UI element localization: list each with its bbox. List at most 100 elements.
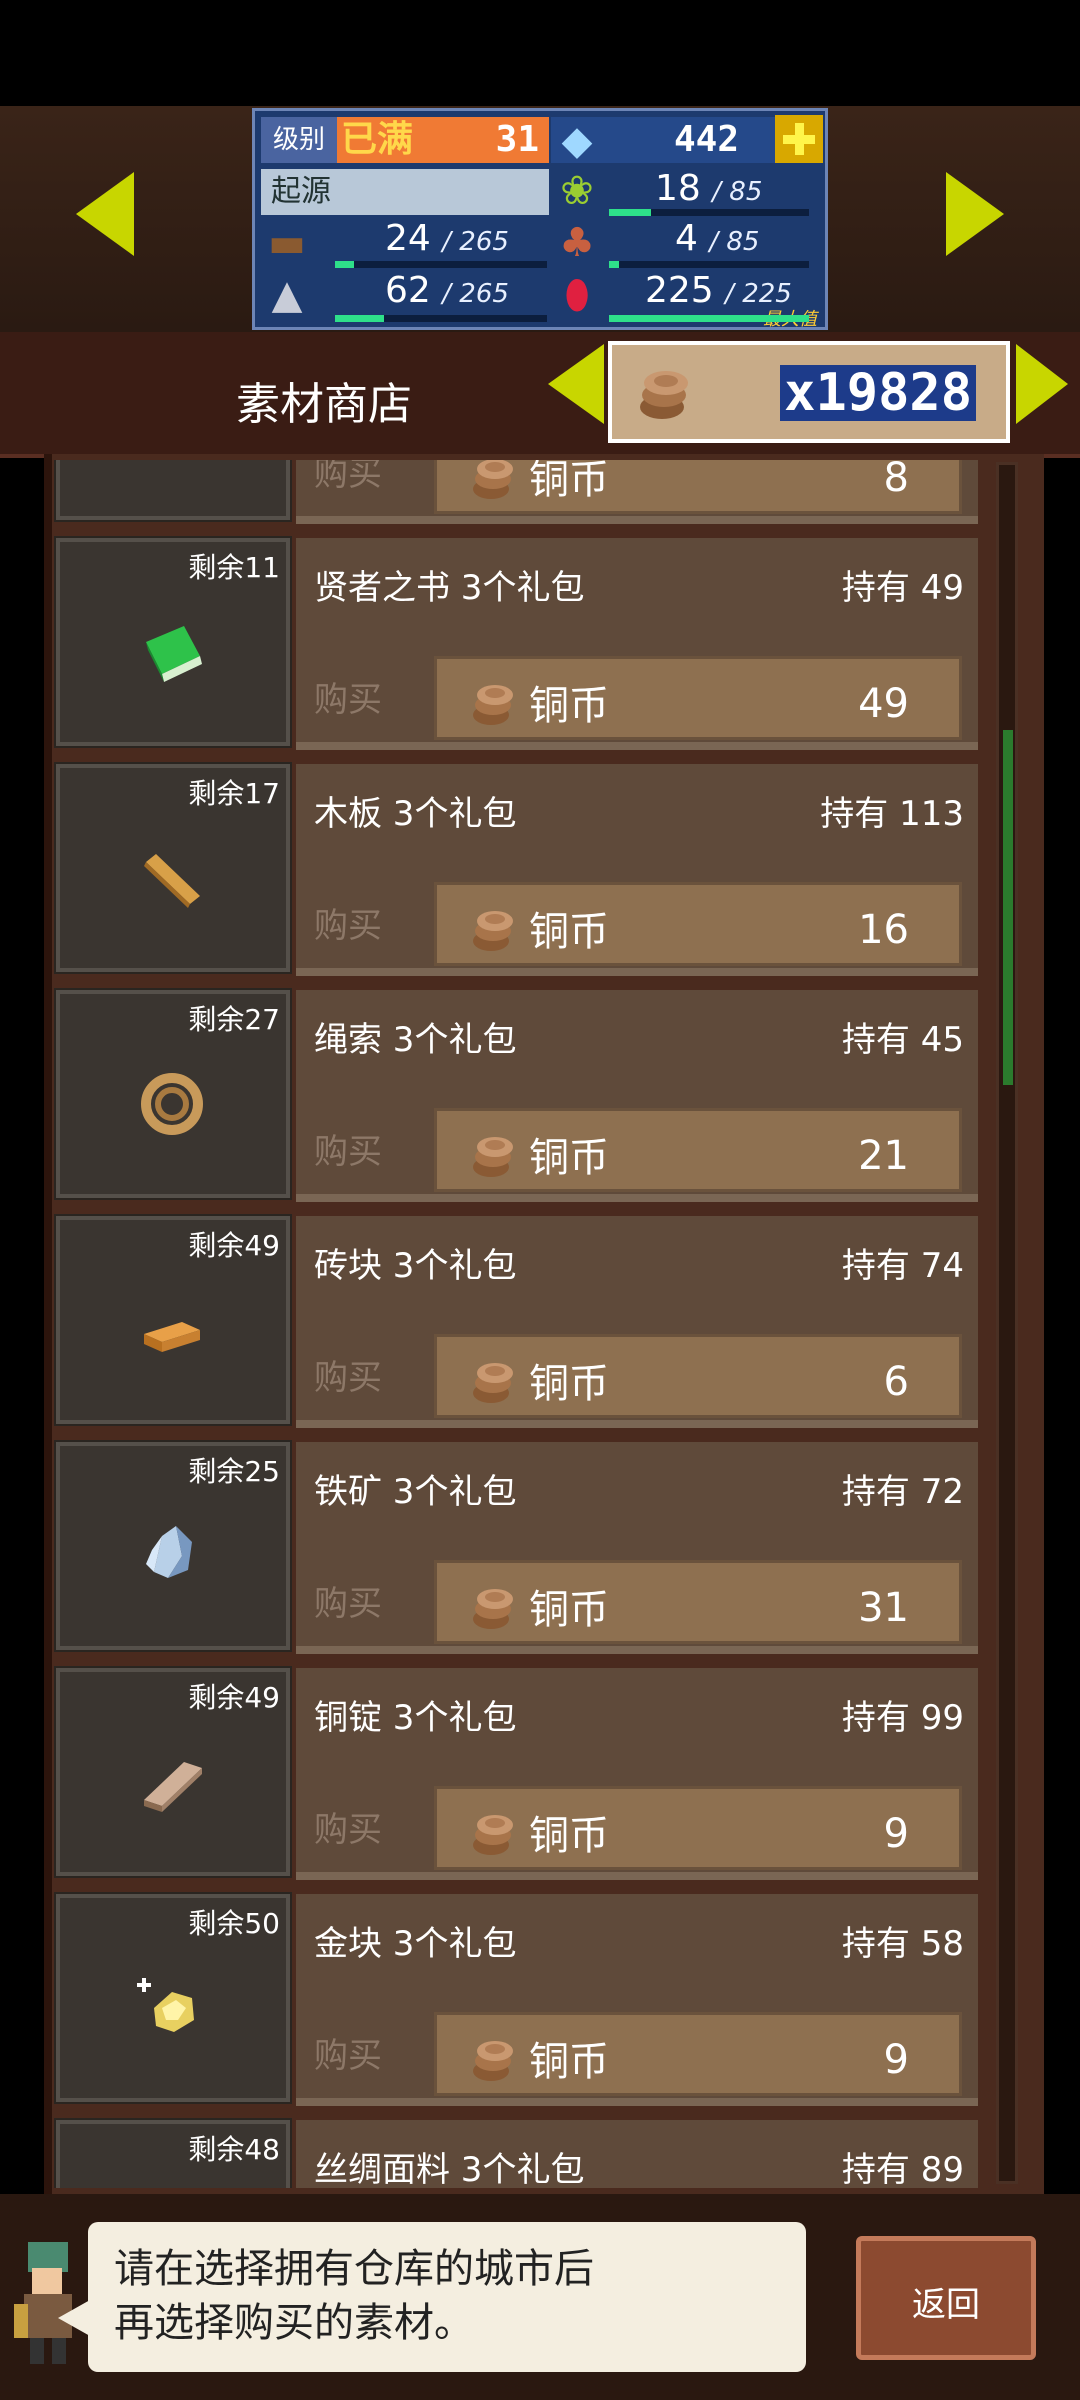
item-info: 绳索 3个礼包 持有 45 购买 铜币 21: [296, 990, 978, 1202]
remaining-count: 剩余25: [188, 1455, 280, 1488]
scrollbar[interactable]: [996, 462, 1018, 2184]
owned-count: 持有 113: [820, 794, 964, 834]
item-info: 铁矿 3个礼包 持有 72 购买 铜币 31: [296, 1442, 978, 1654]
price-button[interactable]: 铜币 21: [434, 1108, 962, 1192]
top-black-bar: [0, 0, 1080, 106]
owned-count: 持有 99: [841, 1698, 964, 1738]
gem-value: 442: [673, 119, 739, 160]
owned-count: 持有 72: [841, 1472, 964, 1512]
item-info: 铜锭 3个礼包 持有 99 购买 铜币 9: [296, 1668, 978, 1880]
item-thumbnail[interactable]: 剩余11: [54, 536, 292, 748]
item-info: 木板 3个礼包 持有 113 购买 铜币 16: [296, 764, 978, 976]
buy-button-label[interactable]: 购买: [314, 898, 382, 947]
remaining-count: 剩余11: [188, 551, 280, 584]
buy-button-label[interactable]: 购买: [314, 1350, 382, 1399]
owned-count: 持有 58: [841, 1924, 964, 1964]
speech-tail: [58, 2300, 90, 2336]
prev-city-arrow-icon[interactable]: [76, 172, 134, 256]
item-thumbnail[interactable]: 剩余49: [54, 1666, 292, 1878]
owned-count: 持有 74: [841, 1246, 964, 1286]
price-button[interactable]: 铜币 49: [434, 656, 962, 740]
price-value: 9: [883, 2037, 909, 2083]
origin-label: 起源: [261, 169, 549, 215]
price-button[interactable]: 铜币 31: [434, 1560, 962, 1644]
buy-button-label[interactable]: 购买: [314, 1802, 382, 1851]
owned-count: 持有 45: [841, 1020, 964, 1060]
buy-button-label[interactable]: 购买: [314, 1124, 382, 1173]
item-name: 绳索 3个礼包: [314, 1020, 517, 1060]
list-item[interactable]: 剩余25 铁矿 3个礼包 持有 72 购买 铜币 31: [52, 1436, 980, 1656]
item-thumbnail[interactable]: 剩余17: [54, 762, 292, 974]
copper-coin-icon: [473, 911, 513, 951]
item-name: 砖块 3个礼包: [314, 1246, 517, 1286]
list-item[interactable]: 剩余49 铜锭 3个礼包 持有 99 购买 铜币 9: [52, 1662, 980, 1882]
remaining-count: 剩余49: [188, 1229, 280, 1262]
copper-coin-icon: [473, 1589, 513, 1629]
scrollbar-thumb[interactable]: [1003, 730, 1013, 1085]
list-item[interactable]: 剩余11 贤者之书 3个礼包 持有 49 购买 铜币 49: [52, 532, 980, 752]
item-name: 贤者之书 3个礼包: [314, 568, 585, 608]
copper-coin-icon: [473, 2041, 513, 2081]
gold-nugget-icon: [137, 1978, 194, 2032]
list-item[interactable]: 剩余50 金块 3个礼包 持有 58 购买 铜币 9: [52, 1888, 980, 2108]
remaining-count: 剩余48: [188, 2133, 280, 2166]
crop-icon: ❀: [560, 168, 594, 214]
prev-currency-arrow-icon[interactable]: [548, 344, 604, 424]
currency-display: x19828: [608, 341, 1010, 443]
next-city-arrow-icon[interactable]: [946, 172, 1004, 256]
add-gems-button[interactable]: [775, 115, 823, 163]
currency-label: 铜币: [529, 1135, 609, 1181]
item-thumbnail[interactable]: 剩余48: [54, 2118, 292, 2188]
price-value: 21: [858, 1133, 909, 1179]
price-button[interactable]: 铜币 9: [434, 1786, 962, 1870]
item-name: 木板 3个礼包: [314, 794, 517, 834]
price-value: 8: [883, 460, 909, 501]
next-currency-arrow-icon[interactable]: [1016, 344, 1068, 424]
stone-value: 62 / 265: [385, 270, 509, 311]
price-button[interactable]: 铜币 9: [434, 2012, 962, 2096]
partial-icon: [132, 460, 212, 466]
buy-button-label[interactable]: 购买: [314, 2028, 382, 2077]
list-item[interactable]: 剩余17 木板 3个礼包 持有 113 购买 铜币 16: [52, 758, 980, 978]
list-item[interactable]: 剩余48丝绸面料 3个礼包持有 89购买铜币: [52, 2114, 980, 2188]
hint-line-1: 请在选择拥有仓库的城市后: [114, 2246, 594, 2292]
price-button[interactable]: 铜币 6: [434, 1334, 962, 1418]
item-thumbnail[interactable]: 剩余49: [54, 1214, 292, 1426]
buy-button-label[interactable]: 购买: [314, 672, 382, 721]
level-status: 已满: [341, 119, 414, 160]
currency-label: 铜币: [529, 460, 609, 503]
item-thumbnail[interactable]: [54, 460, 292, 522]
hint-speech-bubble: 请在选择拥有仓库的城市后 再选择购买的素材。: [88, 2222, 806, 2372]
price-button[interactable]: 铜币 8: [434, 460, 962, 514]
crop-bar: [609, 209, 809, 216]
stone-bar: [335, 315, 547, 322]
buy-button-label[interactable]: 购买: [314, 460, 382, 495]
item-list[interactable]: 购买 铜币 8 剩余11 贤者之书 3个礼包 持有 49 购买 铜币 49 剩余17 木板 3个礼包…: [52, 460, 980, 2188]
price-value: 16: [858, 907, 909, 953]
currency-label: 铜币: [529, 1361, 609, 1407]
list-item[interactable]: 购买 铜币 8: [52, 460, 980, 526]
remaining-count: 剩余27: [188, 1003, 280, 1036]
wood-value: 24 / 265: [385, 218, 509, 259]
currency-label: 铜币: [529, 1587, 609, 1633]
back-button[interactable]: 返回: [856, 2236, 1036, 2360]
remaining-count: 剩余17: [188, 777, 280, 810]
list-item[interactable]: 剩余49 砖块 3个礼包 持有 74 购买 铜币 6: [52, 1210, 980, 1430]
brick-icon: [144, 1322, 200, 1352]
copper-coin-icon: [473, 1137, 513, 1177]
item-thumbnail[interactable]: 剩余27: [54, 988, 292, 1200]
currency-label: 铜币: [529, 909, 609, 955]
price-button[interactable]: 铜币 16: [434, 882, 962, 966]
list-item[interactable]: 剩余27 绳索 3个礼包 持有 45 购买 铜币 21: [52, 984, 980, 1204]
food-bar: [609, 261, 809, 268]
coin-count: x19828: [780, 365, 976, 421]
item-name: 金块 3个礼包: [314, 1924, 517, 1964]
level-label: 级别: [261, 117, 337, 163]
item-thumbnail[interactable]: 剩余50: [54, 1892, 292, 2104]
ruby-bar: [609, 315, 809, 322]
item-thumbnail[interactable]: 剩余25: [54, 1440, 292, 1652]
buy-button-label[interactable]: 购买: [314, 1576, 382, 1625]
price-value: 6: [883, 1359, 909, 1405]
copper-coin-icon: [473, 685, 513, 725]
gem-counter: ◆ 442: [551, 117, 811, 164]
